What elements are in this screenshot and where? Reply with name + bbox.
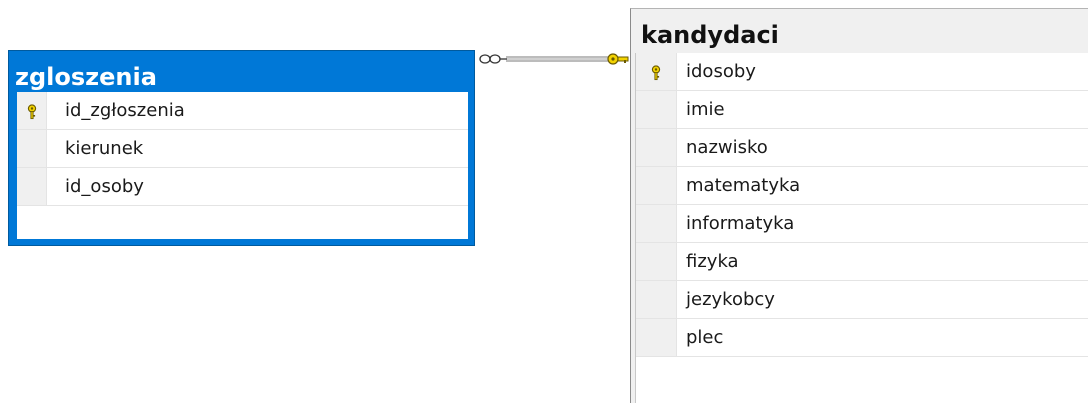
table-zgloszenia[interactable]: zgloszenia id_zgłoszenia kierunek id_oso…: [8, 50, 475, 246]
column-row-kierunek[interactable]: kierunek: [17, 130, 468, 168]
row-selector[interactable]: [636, 319, 677, 356]
column-row-matematyka[interactable]: matematyka: [636, 167, 1088, 205]
primary-key-icon: [651, 65, 661, 81]
row-selector[interactable]: [636, 91, 677, 128]
column-row-informatyka[interactable]: informatyka: [636, 205, 1088, 243]
column-grid-zgloszenia: id_zgłoszenia kierunek id_osoby: [17, 92, 468, 239]
column-row-idosoby[interactable]: idosoby: [636, 53, 1088, 91]
column-name: kierunek: [65, 138, 144, 159]
row-selector[interactable]: [17, 130, 47, 167]
column-name: id_zgłoszenia: [65, 100, 185, 121]
table-title-zgloszenia[interactable]: zgloszenia: [13, 63, 157, 91]
column-name: imie: [686, 99, 725, 120]
column-name: nazwisko: [686, 137, 768, 158]
column-row-jezykobcy[interactable]: jezykobcy: [636, 281, 1088, 319]
column-row-nazwisko[interactable]: nazwisko: [636, 129, 1088, 167]
column-row-imie[interactable]: imie: [636, 91, 1088, 129]
table-kandydaci[interactable]: kandydaci idosoby imie nazwisko matematy…: [630, 8, 1088, 403]
row-selector[interactable]: [636, 281, 677, 318]
column-name: jezykobcy: [686, 289, 775, 310]
many-infinity-icon: [479, 54, 507, 64]
column-name: plec: [686, 327, 724, 348]
row-selector[interactable]: [636, 205, 677, 242]
column-name: matematyka: [686, 175, 801, 196]
column-row-id-zgloszenia[interactable]: id_zgłoszenia: [17, 92, 468, 130]
column-grid-kandydaci: idosoby imie nazwisko matematyka informa…: [635, 53, 1088, 403]
column-name: id_osoby: [65, 176, 144, 197]
column-row-id-osoby[interactable]: id_osoby: [17, 168, 468, 206]
diagram-canvas[interactable]: zgloszenia id_zgłoszenia kierunek id_oso…: [0, 0, 1088, 403]
column-name: idosoby: [686, 61, 756, 82]
row-selector[interactable]: [17, 92, 47, 129]
column-row-plec[interactable]: plec: [636, 319, 1088, 357]
row-selector[interactable]: [636, 53, 677, 90]
row-selector[interactable]: [636, 129, 677, 166]
row-selector[interactable]: [636, 167, 677, 204]
primary-key-icon: [27, 104, 37, 120]
row-selector[interactable]: [636, 243, 677, 280]
row-selector[interactable]: [17, 168, 47, 205]
column-name: fizyka: [686, 251, 739, 272]
table-title-kandydaci[interactable]: kandydaci: [639, 21, 779, 49]
primary-key-end-icon: [607, 53, 629, 65]
column-name: informatyka: [686, 213, 795, 234]
column-row-fizyka[interactable]: fizyka: [636, 243, 1088, 281]
